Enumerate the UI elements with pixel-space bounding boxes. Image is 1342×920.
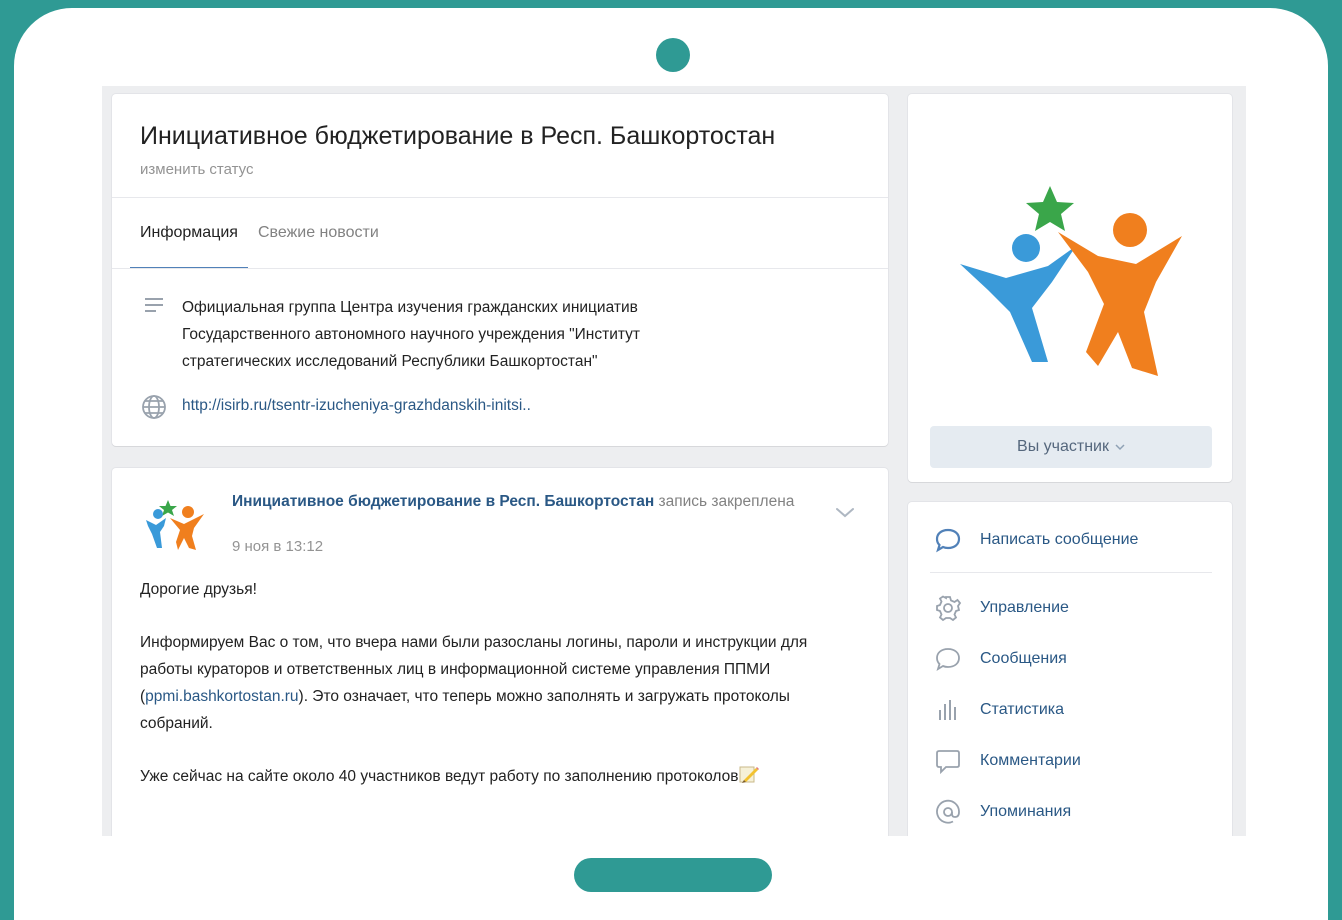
chevron-down-icon[interactable] xyxy=(834,506,856,520)
website-link[interactable]: http://isirb.ru/tsentr-izucheniya-grazhd… xyxy=(182,394,531,418)
write-message-button[interactable]: Написать сообщение xyxy=(932,520,1138,560)
group-info-card: Инициативное бюджетирование в Респ. Башк… xyxy=(112,94,888,446)
post-author[interactable]: Инициативное бюджетирование в Респ. Башк… xyxy=(232,493,654,510)
at-icon xyxy=(932,796,964,828)
menu-label: Сообщения xyxy=(980,650,1067,667)
menu-item-messages[interactable]: Сообщения xyxy=(932,639,1067,679)
logo-star-icon xyxy=(1026,186,1074,231)
menu-item-stats[interactable]: Статистика xyxy=(932,690,1064,730)
group-logo[interactable] xyxy=(948,186,1188,386)
stats-icon xyxy=(932,694,964,726)
tab-fresh-news[interactable]: Свежие новости xyxy=(248,198,389,268)
menu-item-comments[interactable]: Комментарии xyxy=(932,741,1081,781)
menu-label: Статистика xyxy=(980,701,1065,718)
group-description: Официальная группа Центра изучения гражд… xyxy=(182,294,752,375)
post-text: Дорогие друзья! Информируем Вас о том, ч… xyxy=(140,576,820,819)
pinned-note: запись закреплена xyxy=(658,493,795,510)
change-status-link[interactable]: изменить статус xyxy=(140,161,254,178)
menu-label: Комментарии xyxy=(980,752,1081,769)
description-row: Официальная группа Центра изучения гражд… xyxy=(140,294,752,375)
pinned-post: Инициативное бюджетирование в Респ. Башк… xyxy=(112,468,888,836)
divider xyxy=(930,572,1212,573)
globe-icon xyxy=(140,394,168,419)
write-message-label: Написать сообщение xyxy=(980,531,1139,548)
membership-label: Вы участник xyxy=(1017,438,1109,455)
chevron-down-icon xyxy=(1115,443,1125,450)
ppmi-link[interactable]: ppmi.bashkortostan.ru xyxy=(145,688,298,705)
text-lines-icon xyxy=(140,294,168,316)
website-row: http://isirb.ru/tsentr-izucheniya-grazhd… xyxy=(140,394,531,419)
description-line: Государственного автономного научного уч… xyxy=(182,326,640,343)
group-actions-card: Написать сообщение Управление Сообщения … xyxy=(908,502,1232,836)
vk-screen: Инициативное бюджетирование в Респ. Башк… xyxy=(102,86,1246,836)
menu-item-manage[interactable]: Управление xyxy=(932,588,1069,628)
comment-icon xyxy=(932,745,964,777)
description-line: стратегических исследований Республики Б… xyxy=(182,353,598,370)
menu-label: Управление xyxy=(980,599,1069,616)
avatar[interactable] xyxy=(142,498,210,558)
camera-dot xyxy=(656,38,690,72)
gear-icon xyxy=(932,592,964,624)
post-author-line: Инициативное бюджетирование в Респ. Башк… xyxy=(232,490,812,514)
divider xyxy=(112,268,888,269)
post-paragraph: Информируем Вас о том, что вчера нами бы… xyxy=(140,629,820,737)
message-icon xyxy=(932,524,964,556)
post-paragraph: Уже сейчас на сайте около 40 участников … xyxy=(140,763,820,793)
description-line: Официальная группа Центра изучения гражд… xyxy=(182,299,638,316)
post-text-fragment: Уже сейчас на сайте около 40 участников … xyxy=(140,768,739,785)
group-cover-card: Вы участник xyxy=(908,94,1232,482)
tab-info[interactable]: Информация xyxy=(130,198,248,269)
post-greeting: Дорогие друзья! xyxy=(140,581,257,598)
page-title: Инициативное бюджетирование в Респ. Башк… xyxy=(140,122,776,150)
post-date[interactable]: 9 ноя в 13:12 xyxy=(232,538,323,555)
pencil-emoji-icon xyxy=(738,764,760,793)
menu-item-mentions[interactable]: Упоминания xyxy=(932,792,1071,832)
group-tabs: Информация Свежие новости xyxy=(130,198,389,269)
message-icon xyxy=(932,643,964,675)
menu-label: Упоминания xyxy=(980,803,1072,820)
membership-button[interactable]: Вы участник xyxy=(930,426,1212,468)
home-indicator xyxy=(574,858,772,892)
